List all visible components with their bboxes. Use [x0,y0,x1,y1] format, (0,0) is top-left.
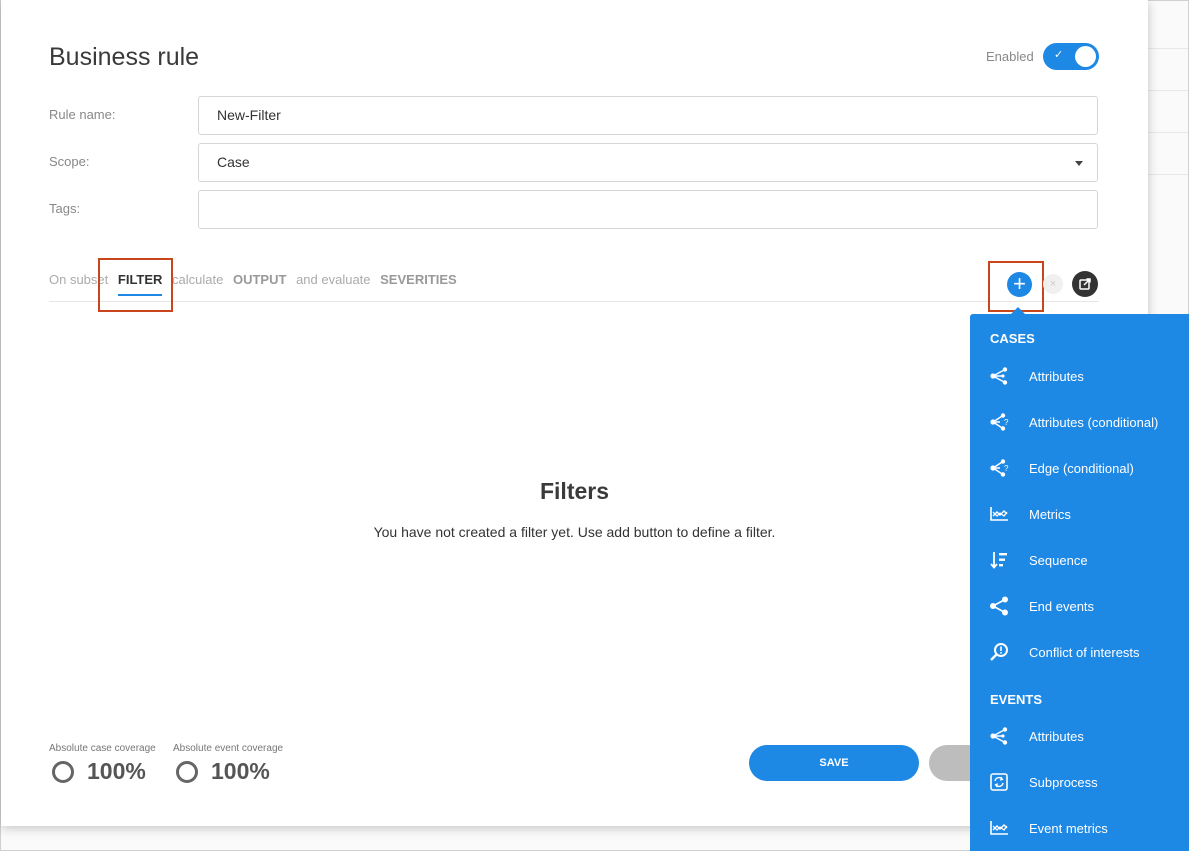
toggle-knob [1075,46,1096,67]
background-divider [1148,48,1188,49]
add-filter-menu: CASES Attributes ? Attributes (condition… [970,314,1189,851]
background-divider [1148,90,1188,91]
tabs-divider [49,301,1099,302]
event-coverage: 100% [176,758,270,785]
menu-item-label: Attributes (conditional) [1029,414,1159,430]
menu-item-end-events[interactable]: End events [970,591,1189,621]
rule-name-input[interactable]: New-Filter [198,96,1098,135]
export-button[interactable] [1072,271,1098,297]
subprocess-icon [988,771,1010,793]
progress-ring-icon [176,760,198,783]
scope-value: Case [217,154,250,170]
search-alert-icon [988,641,1010,663]
chart-icon [988,817,1010,839]
scope-label: Scope: [49,154,90,169]
scope-select[interactable]: Case [198,143,1098,182]
background-divider [1148,132,1188,133]
enabled-toggle[interactable]: ✓ [1043,43,1099,70]
chart-icon [988,503,1010,525]
menu-item-label: Attributes [1029,728,1084,744]
share-question-icon: ? [988,457,1010,479]
progress-ring-icon [52,760,74,783]
event-coverage-value: 100% [211,758,270,784]
svg-text:?: ? [1004,418,1009,427]
clear-icon: × [1043,274,1063,294]
menu-item-event-attributes[interactable]: Attributes [970,721,1189,751]
menu-item-label: Conflict of interests [1029,644,1140,660]
tags-input[interactable] [198,190,1098,229]
background-divider [1148,174,1188,175]
menu-item-label: Attributes [1029,368,1084,384]
share-icon [988,365,1010,387]
share-icon [988,725,1010,747]
tab-and-evaluate-text: and evaluate [296,272,371,287]
save-button[interactable]: SAVE [749,745,919,781]
caret-down-icon [1075,161,1083,166]
sort-icon [988,549,1010,571]
menu-item-label: End events [1029,598,1095,614]
menu-item-conflict-of-interests[interactable]: Conflict of interests [970,637,1189,667]
case-coverage-label: Absolute case coverage [49,743,156,754]
export-icon [1079,278,1091,290]
case-coverage-value: 100% [87,758,146,784]
tags-label: Tags: [49,201,81,216]
menu-item-label: Event metrics [1029,820,1108,836]
check-icon: ✓ [1054,49,1064,61]
dialog-title: Business rule [49,43,200,71]
svg-text:?: ? [1004,464,1009,473]
case-coverage: 100% [52,758,146,785]
menu-item-subprocess[interactable]: Subprocess [970,767,1189,797]
share-question-icon: ? [988,411,1010,433]
menu-section-cases: CASES [990,331,1035,346]
share-icon [988,595,1010,617]
menu-item-sequence[interactable]: Sequence [970,545,1189,575]
add-button-highlight [988,261,1044,312]
event-coverage-label: Absolute event coverage [173,743,284,754]
menu-item-label: Edge (conditional) [1029,460,1134,476]
enabled-label: Enabled [986,49,1034,64]
menu-item-case-attributes-conditional[interactable]: ? Attributes (conditional) [970,407,1189,437]
menu-section-events: EVENTS [990,692,1043,707]
menu-item-label: Subprocess [1029,774,1098,790]
menu-item-event-metrics[interactable]: Event metrics [970,813,1189,843]
menu-item-label: Metrics [1029,506,1071,522]
menu-item-label: Sequence [1029,552,1088,568]
tab-severities[interactable]: SEVERITIES [380,272,457,287]
menu-item-edge-conditional[interactable]: ? Edge (conditional) [970,453,1189,483]
tab-calculate-text: calculate [172,272,224,287]
menu-item-case-attributes[interactable]: Attributes [970,361,1189,391]
rule-name-label: Rule name: [49,107,116,122]
filter-tab-highlight [98,258,173,312]
tab-output[interactable]: OUTPUT [233,272,286,287]
menu-item-metrics[interactable]: Metrics [970,499,1189,529]
